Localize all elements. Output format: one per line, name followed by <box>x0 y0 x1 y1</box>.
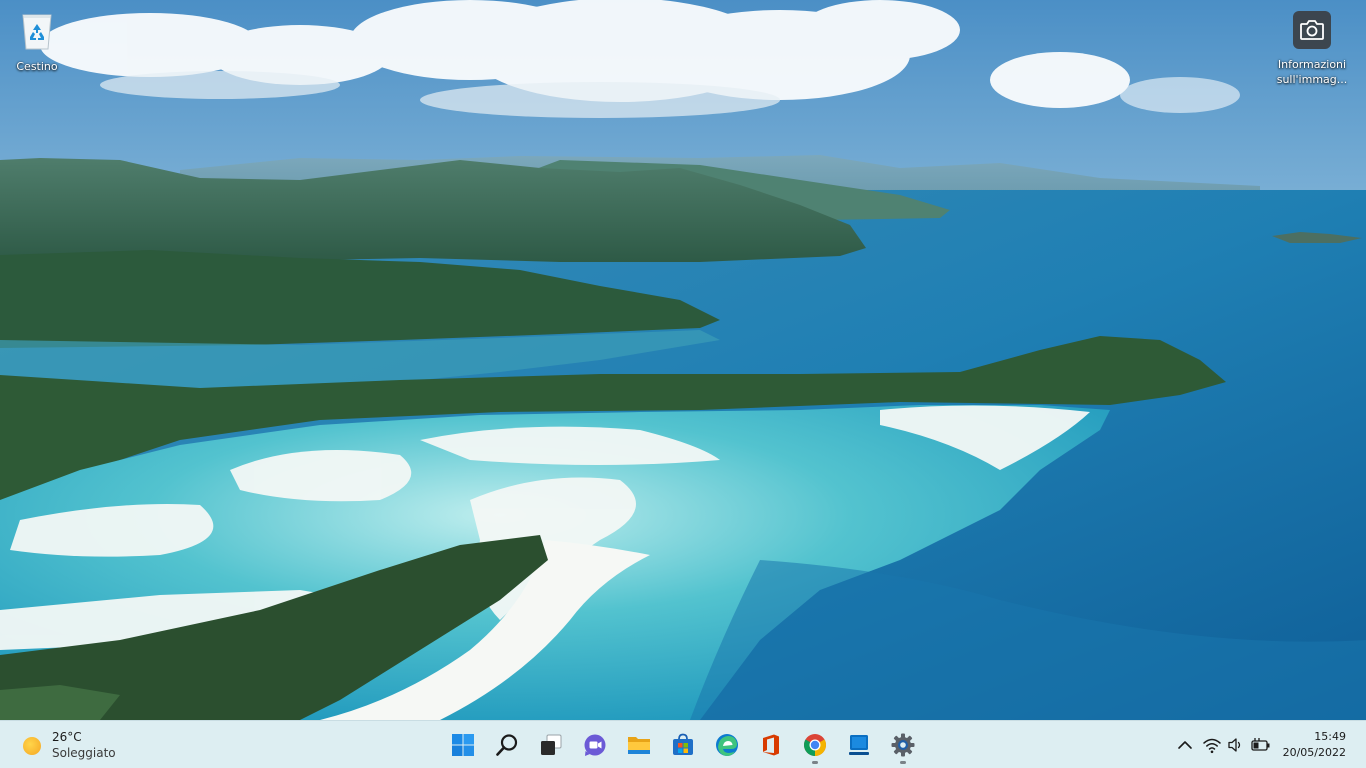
clock-time: 15:49 <box>1314 730 1346 743</box>
desktop-icon-image-info[interactable]: Informazioni sull'immag... <box>1272 10 1352 87</box>
weather-condition: Soleggiato <box>52 746 116 760</box>
task-view-button[interactable] <box>531 725 571 765</box>
settings-gear-icon <box>891 733 915 757</box>
show-hidden-icons-button[interactable] <box>1174 734 1196 756</box>
file-explorer-icon <box>628 737 650 754</box>
settings-button[interactable] <box>883 725 923 765</box>
chevron-up-icon <box>1178 741 1192 749</box>
search-icon <box>496 734 518 756</box>
task-view-icon <box>541 734 562 755</box>
recycle-bin-icon <box>0 10 77 56</box>
running-indicator <box>900 761 906 764</box>
battery-charging-icon <box>1251 738 1270 751</box>
start-button[interactable] <box>443 725 483 765</box>
blue-app-button[interactable] <box>839 725 879 765</box>
file-explorer-button[interactable] <box>619 725 659 765</box>
chrome-button[interactable] <box>795 725 835 765</box>
blue-app-icon <box>849 735 869 755</box>
wallpaper-image <box>0 0 1366 720</box>
desktop[interactable]: Cestino Informazioni sull'immag... <box>0 0 1366 720</box>
store-icon <box>673 733 693 755</box>
clock-date: 20/05/2022 <box>1282 746 1346 759</box>
wifi-icon <box>1203 738 1221 754</box>
chrome-icon <box>804 734 826 756</box>
clock[interactable]: 15:49 20/05/2022 <box>1276 727 1356 763</box>
chat-icon <box>584 734 606 756</box>
volume-icon <box>1228 738 1241 752</box>
edge-icon <box>716 734 738 756</box>
camera-icon <box>1272 10 1352 54</box>
edge-button[interactable] <box>707 725 747 765</box>
quick-settings-button[interactable] <box>1200 733 1274 757</box>
search-button[interactable] <box>487 725 527 765</box>
windows-start-icon <box>452 734 474 756</box>
office-button[interactable] <box>751 725 791 765</box>
store-button[interactable] <box>663 725 703 765</box>
taskbar: 26°C Soleggiato 15:49 20/05/2022 <box>0 720 1366 768</box>
weather-widget[interactable]: 26°C Soleggiato <box>14 727 154 763</box>
desktop-icon-label: Informazioni sull'immag... <box>1276 58 1348 86</box>
office-icon <box>763 734 779 756</box>
weather-temperature: 26°C <box>52 730 82 744</box>
desktop-icon-recycle-bin[interactable]: Cestino <box>0 10 77 74</box>
desktop-icon-label: Cestino <box>16 60 58 73</box>
chat-button[interactable] <box>575 725 615 765</box>
running-indicator <box>812 761 818 764</box>
sun-icon <box>23 737 41 755</box>
